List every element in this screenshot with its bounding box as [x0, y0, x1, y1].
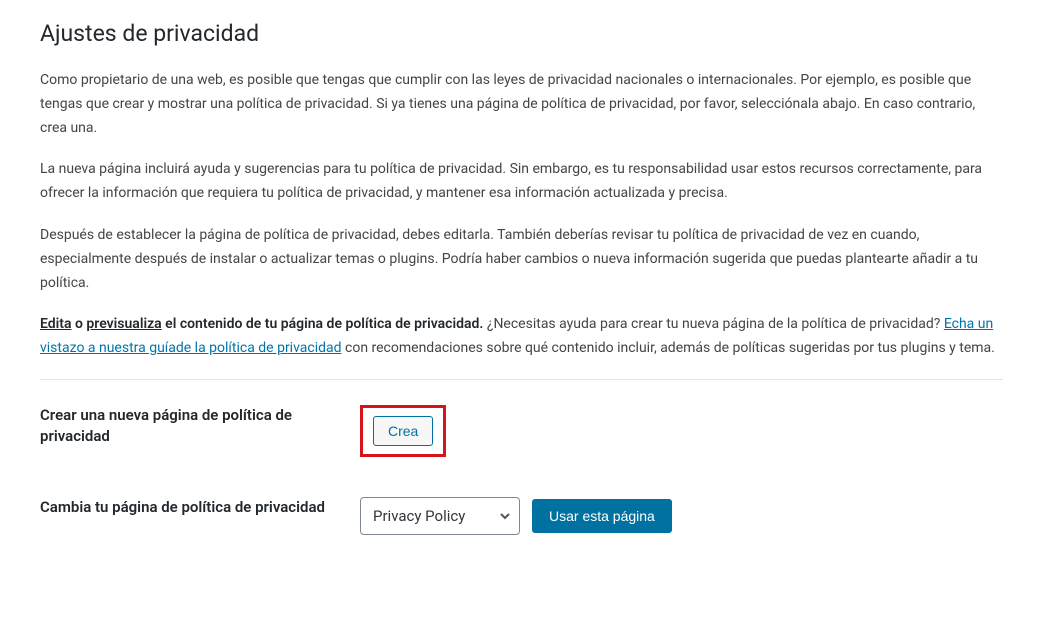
create-page-row: Crear una nueva página de política de pr…: [40, 405, 1003, 457]
intro-paragraph-2: La nueva página incluirá ayuda y sugeren…: [40, 158, 1000, 206]
chevron-down-icon: [497, 508, 513, 524]
bold-suffix: el contenido de tu página de política de…: [162, 316, 484, 332]
preview-link[interactable]: previsualiza: [86, 316, 161, 332]
edit-link[interactable]: Edita: [40, 316, 72, 332]
privacy-page-select[interactable]: Privacy Policy: [360, 497, 520, 535]
intro-paragraph-3: Después de establecer la página de polít…: [40, 224, 1000, 295]
page-title: Ajustes de privacidad: [40, 20, 1003, 47]
use-page-button[interactable]: Usar esta página: [532, 499, 672, 533]
change-page-label: Cambia tu página de política de privacid…: [40, 497, 360, 518]
or-text: o: [72, 316, 87, 332]
create-button-highlight: Crea: [360, 405, 446, 457]
help-suffix: con recomendaciones sobre qué contenido …: [342, 340, 995, 356]
divider: [40, 379, 1003, 380]
edit-help-paragraph: Edita o previsualiza el contenido de tu …: [40, 313, 1000, 361]
create-page-label: Crear una nueva página de política de pr…: [40, 405, 360, 447]
help-prefix: ¿Necesitas ayuda para crear tu nueva pág…: [483, 316, 943, 332]
select-value: Privacy Policy: [373, 507, 465, 525]
intro-paragraph-1: Como propietario de una web, es posible …: [40, 69, 1000, 140]
change-page-row: Cambia tu página de política de privacid…: [40, 497, 1003, 535]
create-button[interactable]: Crea: [373, 416, 433, 446]
